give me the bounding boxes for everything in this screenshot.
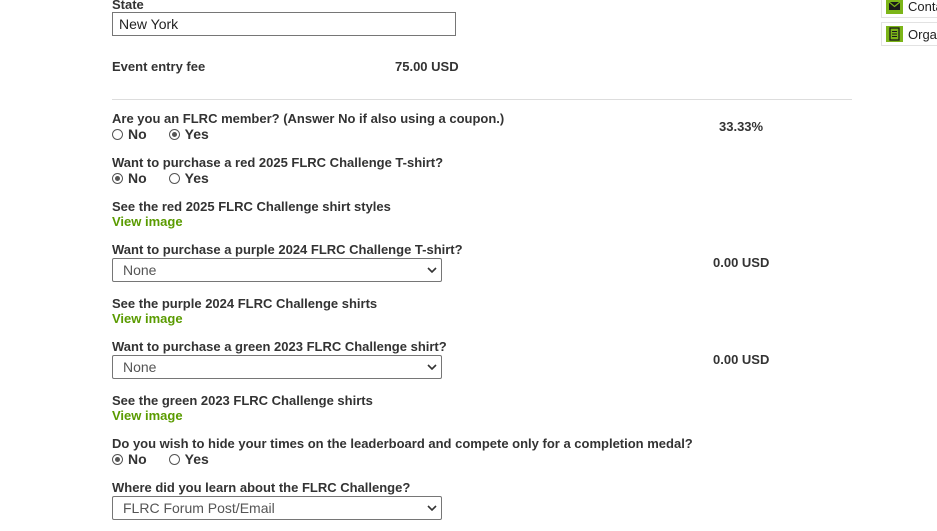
green-shirt-images-label: See the green 2023 FLRC Challenge shirts — [112, 393, 373, 408]
green-shirt-select[interactable]: None — [112, 355, 442, 379]
member-option-no-label: No — [128, 126, 147, 142]
sidebar-organizer-button[interactable]: Organ — [881, 22, 937, 46]
red-shirt-option-yes-label: Yes — [184, 170, 209, 186]
hide-times-option-yes-label: Yes — [184, 451, 209, 467]
member-option-yes[interactable]: Yes — [168, 126, 209, 142]
envelope-icon — [886, 0, 903, 14]
red-shirt-option-yes[interactable]: Yes — [168, 170, 209, 186]
red-shirt-radio-no[interactable] — [112, 172, 123, 184]
purple-shirt-view-image-link[interactable]: View image — [112, 311, 183, 326]
green-shirt-select-value: None — [123, 359, 157, 375]
red-shirt-option-no-label: No — [128, 170, 147, 186]
member-option-no[interactable]: No — [112, 126, 147, 142]
chevron-down-icon — [423, 497, 441, 519]
member-option-yes-label: Yes — [184, 126, 209, 142]
learn-source-select-value: FLRC Forum Post/Email — [123, 500, 275, 516]
hide-times-radio-group: No Yes — [112, 451, 231, 467]
entry-fee-amount: 75.00 USD — [395, 59, 459, 74]
document-icon — [886, 26, 903, 42]
green-shirt-price: 0.00 USD — [713, 352, 770, 367]
red-shirt-option-no[interactable]: No — [112, 170, 147, 186]
member-radio-yes[interactable] — [168, 128, 180, 140]
red-shirt-styles-label: See the red 2025 FLRC Challenge shirt st… — [112, 199, 391, 214]
hide-times-radio-no[interactable] — [112, 453, 123, 465]
hide-times-radio-yes[interactable] — [168, 453, 180, 465]
registration-form-page: State Event entry fee 75.00 USD Are you … — [0, 0, 937, 531]
member-radio-no[interactable] — [112, 128, 123, 140]
hide-times-option-no[interactable]: No — [112, 451, 147, 467]
member-discount: 33.33% — [719, 119, 764, 134]
section-divider — [112, 99, 852, 100]
red-shirt-radio-group: No Yes — [112, 170, 231, 186]
sidebar-contact-label: Conta — [908, 0, 937, 14]
entry-fee-label: Event entry fee — [112, 59, 206, 74]
purple-shirt-price: 0.00 USD — [713, 255, 770, 270]
purple-shirt-select[interactable]: None — [112, 258, 442, 282]
green-shirt-view-image-link[interactable]: View image — [112, 408, 183, 423]
chevron-down-icon — [423, 356, 441, 378]
learn-source-select[interactable]: FLRC Forum Post/Email — [112, 496, 442, 520]
green-shirt-question-label: Want to purchase a green 2023 FLRC Chall… — [112, 339, 447, 354]
red-shirt-radio-yes[interactable] — [168, 172, 180, 184]
member-question-label: Are you an FLRC member? (Answer No if al… — [112, 111, 505, 126]
hide-times-option-no-label: No — [128, 451, 147, 467]
learn-source-question-label: Where did you learn about the FLRC Chall… — [112, 480, 411, 495]
purple-shirt-images-label: See the purple 2024 FLRC Challenge shirt… — [112, 296, 378, 311]
hide-times-question-label: Do you wish to hide your times on the le… — [112, 436, 693, 451]
purple-shirt-select-value: None — [123, 262, 157, 278]
state-input[interactable] — [112, 12, 456, 36]
hide-times-option-yes[interactable]: Yes — [168, 451, 209, 467]
purple-shirt-question-label: Want to purchase a purple 2024 FLRC Chal… — [112, 242, 463, 257]
chevron-down-icon — [423, 259, 441, 281]
sidebar-contact-button[interactable]: Conta — [881, 0, 937, 18]
red-shirt-view-image-link[interactable]: View image — [112, 214, 183, 229]
state-label: State — [112, 0, 144, 12]
member-radio-group: No Yes — [112, 126, 231, 142]
red-shirt-question-label: Want to purchase a red 2025 FLRC Challen… — [112, 155, 444, 170]
sidebar-organizer-label: Organ — [908, 26, 937, 42]
